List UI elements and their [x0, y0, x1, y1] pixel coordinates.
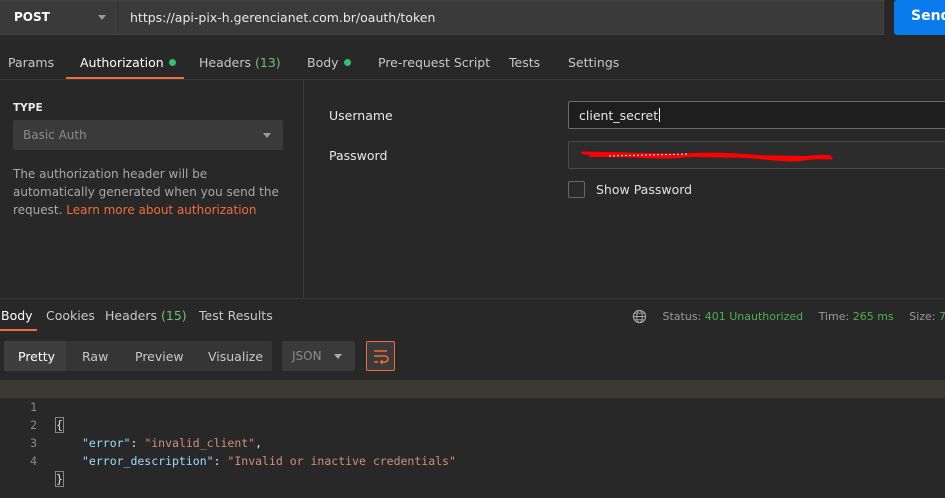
response-view-toolbar: Pretty Raw Preview Visualize JSON: [0, 341, 945, 371]
view-preview-button[interactable]: Preview: [135, 349, 184, 364]
show-password-checkbox[interactable]: [568, 181, 585, 198]
code-line: 1 {: [0, 380, 945, 433]
url-input[interactable]: https://api-pix-h.gerencianet.com.br/oau…: [117, 0, 884, 35]
tab-label: Tests: [509, 55, 541, 70]
format-value: JSON: [292, 349, 322, 363]
globe-icon[interactable]: [632, 309, 647, 324]
text-cursor: [659, 108, 661, 122]
tab-label: Body: [307, 55, 339, 70]
auth-type-value: Basic Auth: [23, 128, 87, 142]
method-label: POST: [14, 10, 50, 24]
tab-params[interactable]: Params: [8, 55, 54, 70]
close-brace: }: [55, 471, 64, 487]
tab-label: Settings: [568, 55, 620, 70]
chevron-down-icon: [334, 354, 342, 359]
auth-type-panel: TYPE Basic Auth The authorization header…: [0, 80, 304, 298]
learn-more-link[interactable]: Learn more about authorization: [66, 203, 256, 217]
tab-body[interactable]: Body: [307, 55, 351, 70]
wrap-lines-button[interactable]: [366, 341, 395, 371]
tab-label: Headers: [105, 308, 158, 323]
code-line: 4 }: [0, 434, 945, 487]
tab-label: Pre-request Script: [378, 55, 491, 70]
send-button[interactable]: Send: [894, 0, 945, 35]
format-select[interactable]: JSON: [282, 341, 355, 371]
tab-authorization[interactable]: Authorization: [80, 55, 176, 70]
code-line: 3 "error_description": "Invalid or inact…: [0, 416, 945, 468]
redaction-scribble: [581, 151, 833, 162]
response-status: Status: 401 Unauthorized Time: 265 ms Si…: [632, 309, 945, 324]
view-mode-group: Pretty Raw Preview Visualize: [4, 341, 272, 371]
status-value: 401 Unauthorized: [704, 310, 804, 323]
method-select[interactable]: POST: [0, 0, 117, 35]
json-key: "error_description": [82, 454, 214, 468]
auth-credentials-panel: Username client_secret Password Show Pas…: [305, 80, 945, 298]
tab-count: (13): [255, 55, 281, 70]
active-tab-indicator: [66, 77, 184, 79]
tab-label: Headers: [199, 55, 252, 70]
chevron-down-icon: [263, 133, 271, 138]
status-dot-icon: [168, 59, 176, 66]
status-dot-icon: [343, 59, 351, 66]
active-tab-indicator: [0, 329, 37, 331]
line-number: 4: [30, 454, 37, 468]
view-raw-button[interactable]: Raw: [82, 349, 108, 364]
tab-settings[interactable]: Settings: [568, 55, 619, 70]
url-bar: POST https://api-pix-h.gerencianet.com.b…: [0, 0, 945, 37]
response-tabs: Body Cookies Headers (15) Test Results S…: [0, 298, 945, 331]
show-password-label: Show Password: [596, 182, 693, 197]
request-tabs: Params Authorization Headers (13) Body P…: [0, 45, 945, 80]
code-text: "error_description": "Invalid or inactiv…: [82, 454, 456, 468]
password-label: Password: [329, 148, 388, 163]
auth-description: The authorization header will be automat…: [13, 165, 283, 219]
view-visualize-button[interactable]: Visualize: [208, 349, 263, 364]
size-value: 754: [939, 310, 945, 323]
code-text: }: [55, 470, 64, 488]
send-label: Send: [911, 8, 945, 24]
tab-count: (15): [161, 308, 187, 323]
chevron-down-icon: [98, 15, 106, 20]
tab-label: Params: [8, 55, 55, 70]
tab-pre-request-script[interactable]: Pre-request Script: [378, 55, 490, 70]
response-body-code[interactable]: 1 { 2 "error": "invalid_client", 3 "erro…: [0, 380, 945, 487]
tab-headers[interactable]: Headers (13): [199, 55, 281, 70]
url-text: https://api-pix-h.gerencianet.com.br/oau…: [130, 10, 436, 25]
time-label: Time:: [818, 310, 850, 323]
response-tab-headers[interactable]: Headers (15): [105, 308, 187, 323]
view-pretty-button[interactable]: Pretty: [18, 349, 55, 364]
size-label: Size:: [909, 310, 936, 323]
response-tab-test-results[interactable]: Test Results: [199, 308, 273, 323]
username-value: client_secret: [579, 108, 661, 123]
wrap-icon: [374, 350, 389, 365]
username-text: client_secret: [579, 108, 659, 123]
auth-type-select[interactable]: Basic Auth: [13, 120, 283, 150]
tab-tests[interactable]: Tests: [509, 55, 540, 70]
username-field[interactable]: client_secret: [568, 101, 945, 129]
code-line: 2 "error": "invalid_client",: [0, 398, 945, 450]
status-label: Status:: [662, 310, 702, 323]
json-value: "Invalid or inactive credentials": [227, 454, 456, 468]
password-field[interactable]: [568, 141, 945, 169]
tab-label: Authorization: [80, 55, 164, 70]
username-label: Username: [329, 108, 393, 123]
time-value: 265 ms: [852, 310, 894, 323]
response-tab-body[interactable]: Body: [1, 308, 33, 323]
response-tab-cookies[interactable]: Cookies: [46, 308, 95, 323]
type-heading: TYPE: [13, 102, 43, 114]
